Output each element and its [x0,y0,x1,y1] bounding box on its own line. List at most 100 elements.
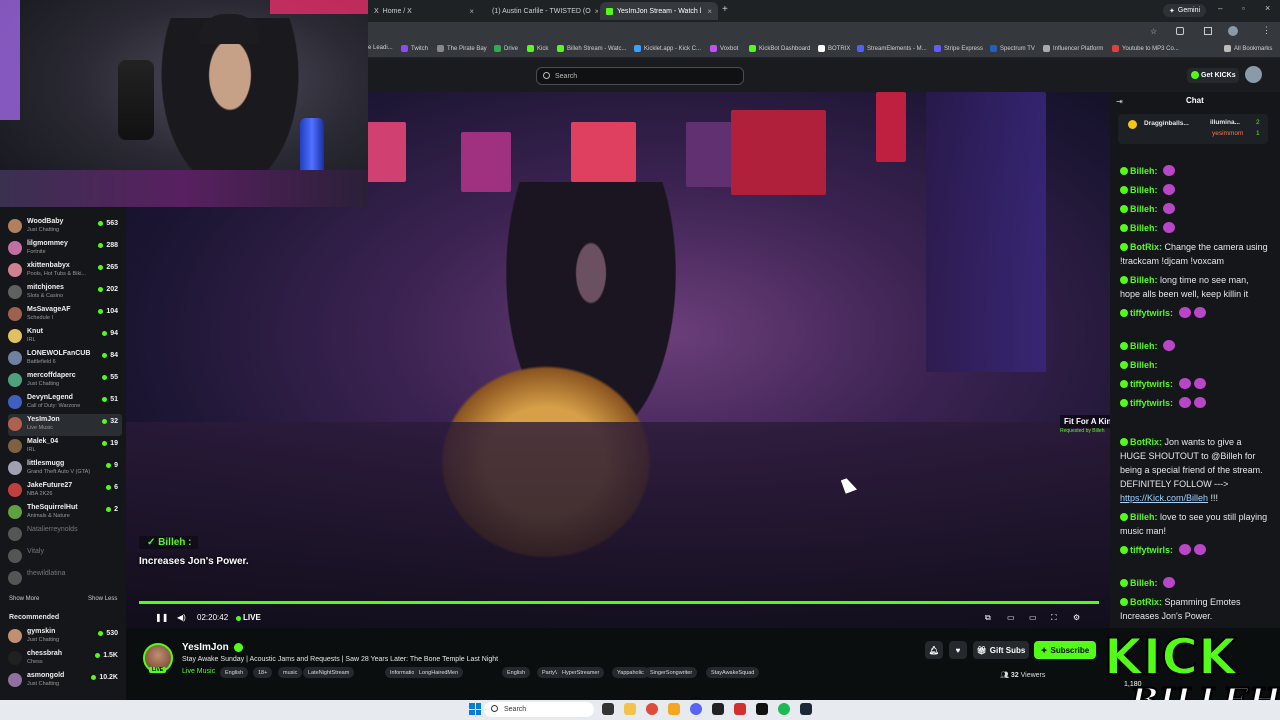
bookmark-botrix[interactable]: BOTRIX [818,45,850,52]
bookmark-drive[interactable]: Drive [494,45,518,52]
pip-icon[interactable]: ⧉ [985,613,991,623]
app-icon[interactable] [668,703,680,715]
user-avatar[interactable] [1245,66,1262,83]
bookmark-influencer[interactable]: Influencer Platform [1043,45,1103,52]
gemini-button[interactable]: ✦ Gemini [1163,4,1207,17]
star-icon[interactable]: ☆ [1150,27,1157,36]
chat-username[interactable]: BotRix: [1130,437,1162,447]
sidebar-channel[interactable]: DevynLegend Call of Duty: Warzone 51 [8,392,122,414]
terminal-icon[interactable] [756,703,768,715]
show-less-button[interactable]: Show Less [88,596,117,602]
close-icon[interactable]: × [469,7,474,16]
chat-username[interactable]: BotRix: [1130,242,1162,252]
sidebar-channel[interactable]: YesImJon Live Music 32 [8,414,122,436]
bookmark-yt2mp3[interactable]: Youtube to MP3 Co... [1112,45,1179,52]
collapse-chat-icon[interactable]: ⇥ [1116,97,1123,106]
get-kicks-button[interactable]: Get KICKs [1187,68,1239,83]
pause-icon[interactable]: ❚❚ [155,613,168,622]
sidebar-channel[interactable]: JakeFuture27 NBA 2K26 6 [8,480,122,502]
extensions-icon[interactable] [1176,27,1184,35]
sidepanel-icon[interactable] [1204,27,1212,35]
sidebar-channel[interactable]: Vitaly [8,546,122,568]
bookmark-stripe[interactable]: Stripe Express [934,45,983,52]
task-view-icon[interactable] [602,703,614,715]
minimize-icon[interactable]: – [1218,4,1222,13]
maximize-icon[interactable]: ▫ [1242,4,1245,13]
stream-tag[interactable]: English [502,667,531,678]
chat-username[interactable]: Billeh: [1130,578,1158,588]
progress-bar[interactable] [139,601,1099,604]
sidebar-channel[interactable]: thewildlatina [8,568,122,590]
chat-username[interactable]: tiffytwirls: [1130,545,1173,555]
recommended-channel[interactable]: chessbrah Chess 1.5K [8,648,122,670]
sidebar-channel[interactable]: Knut IRL 94 [8,326,122,348]
tab-youtube[interactable]: (1) Austin Carlile - TWISTED (O × [482,2,598,20]
fullscreen-icon[interactable]: ⛶ [1051,613,1057,623]
stream-tag[interactable]: StayAwakeSquad [706,667,760,678]
stream-tag[interactable]: English [220,667,249,678]
file-explorer-icon[interactable] [624,703,636,715]
bookmark-twitch[interactable]: Twitch [401,45,428,52]
stream-tag[interactable]: HyperStreamer [557,667,605,678]
bookmark-piratebay[interactable]: The Pirate Bay [437,45,487,52]
sidebar-channel[interactable]: LONEWOLFanCUB Battlefield 6 84 [8,348,122,370]
sidebar-channel[interactable]: Natalierreynolds [8,524,122,546]
obs-icon[interactable] [712,703,724,715]
settings-gear-icon[interactable]: ⚙ [1073,613,1080,622]
bookmark-kicklet[interactable]: Kicklet.app - Kick C... [634,45,701,52]
sidebar-channel[interactable]: mercoffdaperc Just Chatting 55 [8,370,122,392]
stream-tag[interactable]: LongHairedMen [414,667,464,678]
discord-icon[interactable] [690,703,702,715]
follow-heart-icon[interactable]: ♥ [949,641,967,659]
gifted-leaderboard[interactable]: Dragginballs... illumina... 2 yesimmom 1 [1118,114,1268,144]
sidebar-channel[interactable]: TheSquirrelHut Animals & Nature 2 [8,502,122,524]
stream-tag[interactable]: SingerSongwriter [645,667,698,678]
chat-username[interactable]: tiffytwirls: [1130,308,1173,318]
taskbar-search[interactable]: Search [484,702,594,717]
recommended-channel[interactable]: gymskin Just Chatting 530 [8,626,122,648]
chat-username[interactable]: tiffytwirls: [1130,398,1173,408]
notification-bell-icon[interactable]: 🔔︎ [925,641,943,659]
show-more-button[interactable]: Show More [9,596,39,602]
streamer-name[interactable]: YesImJon [182,642,229,653]
sidebar-channel[interactable]: mitchjones Slots & Casino 202 [8,282,122,304]
chat-username[interactable]: Billeh: [1130,185,1158,195]
bookmark-all[interactable]: All Bookmarks [1224,45,1272,52]
bookmark-kickbot[interactable]: KickBot Dashboard [749,45,810,52]
recommended-channel[interactable]: asmongold Just Chatting 10.2K [8,670,122,692]
sidebar-channel[interactable]: xkittenbabyx Pools, Hot Tubs & Biki... 265 [8,260,122,282]
clip-icon[interactable]: ▭ [1007,613,1015,622]
windows-start-icon[interactable] [469,703,481,715]
subscribe-button[interactable]: ✦ Subscribe [1034,641,1096,659]
sidebar-channel[interactable]: lilgmommey Fortnite 288 [8,238,122,260]
bookmark-billeh[interactable]: Billeh Stream - Watc... [557,45,626,52]
chat-username[interactable]: Billeh: [1130,341,1158,351]
profile-avatar[interactable] [1228,26,1238,36]
chat-username[interactable]: BotRix: [1130,597,1162,607]
bookmark-spectrum[interactable]: Spectrum TV [990,45,1035,52]
menu-icon[interactable]: ⋮ [1262,25,1271,36]
bookmark-kick[interactable]: Kick [527,45,548,52]
theater-icon[interactable]: ▭ [1029,613,1037,622]
chat-username[interactable]: Billeh: [1130,360,1158,370]
stream-tag[interactable]: 18+ [253,667,273,678]
close-icon[interactable]: × [707,7,712,16]
chat-username[interactable]: Billeh: [1130,275,1158,285]
stream-tag[interactable]: Yappaholic [612,667,649,678]
bookmark-voxbot[interactable]: Voxbot [710,45,738,52]
close-icon[interactable]: × [595,7,598,16]
app-icon[interactable] [734,703,746,715]
tab-kick[interactable]: YesImJon Stream - Watch l × [600,2,718,20]
search-input[interactable]: Search [536,67,744,85]
gift-subs-button[interactable]: 🎁︎ Gift Subs [973,641,1029,659]
chat-username[interactable]: Billeh: [1130,204,1158,214]
bookmark-streamelements[interactable]: StreamElements - M... [857,45,927,52]
sidebar-channel[interactable]: MsSavageAF Schedule I 104 [8,304,122,326]
chat-username[interactable]: Billeh: [1130,166,1158,176]
chat-link[interactable]: https://Kick.com/Billeh [1120,493,1208,503]
stream-category[interactable]: Live Music [182,668,215,675]
tab-x[interactable]: X Home / X × [368,2,480,20]
sidebar-channel[interactable]: littlesmugg Grand Theft Auto V (GTA) 9 [8,458,122,480]
new-tab-icon[interactable]: + [722,4,728,15]
steam-icon[interactable] [800,703,812,715]
